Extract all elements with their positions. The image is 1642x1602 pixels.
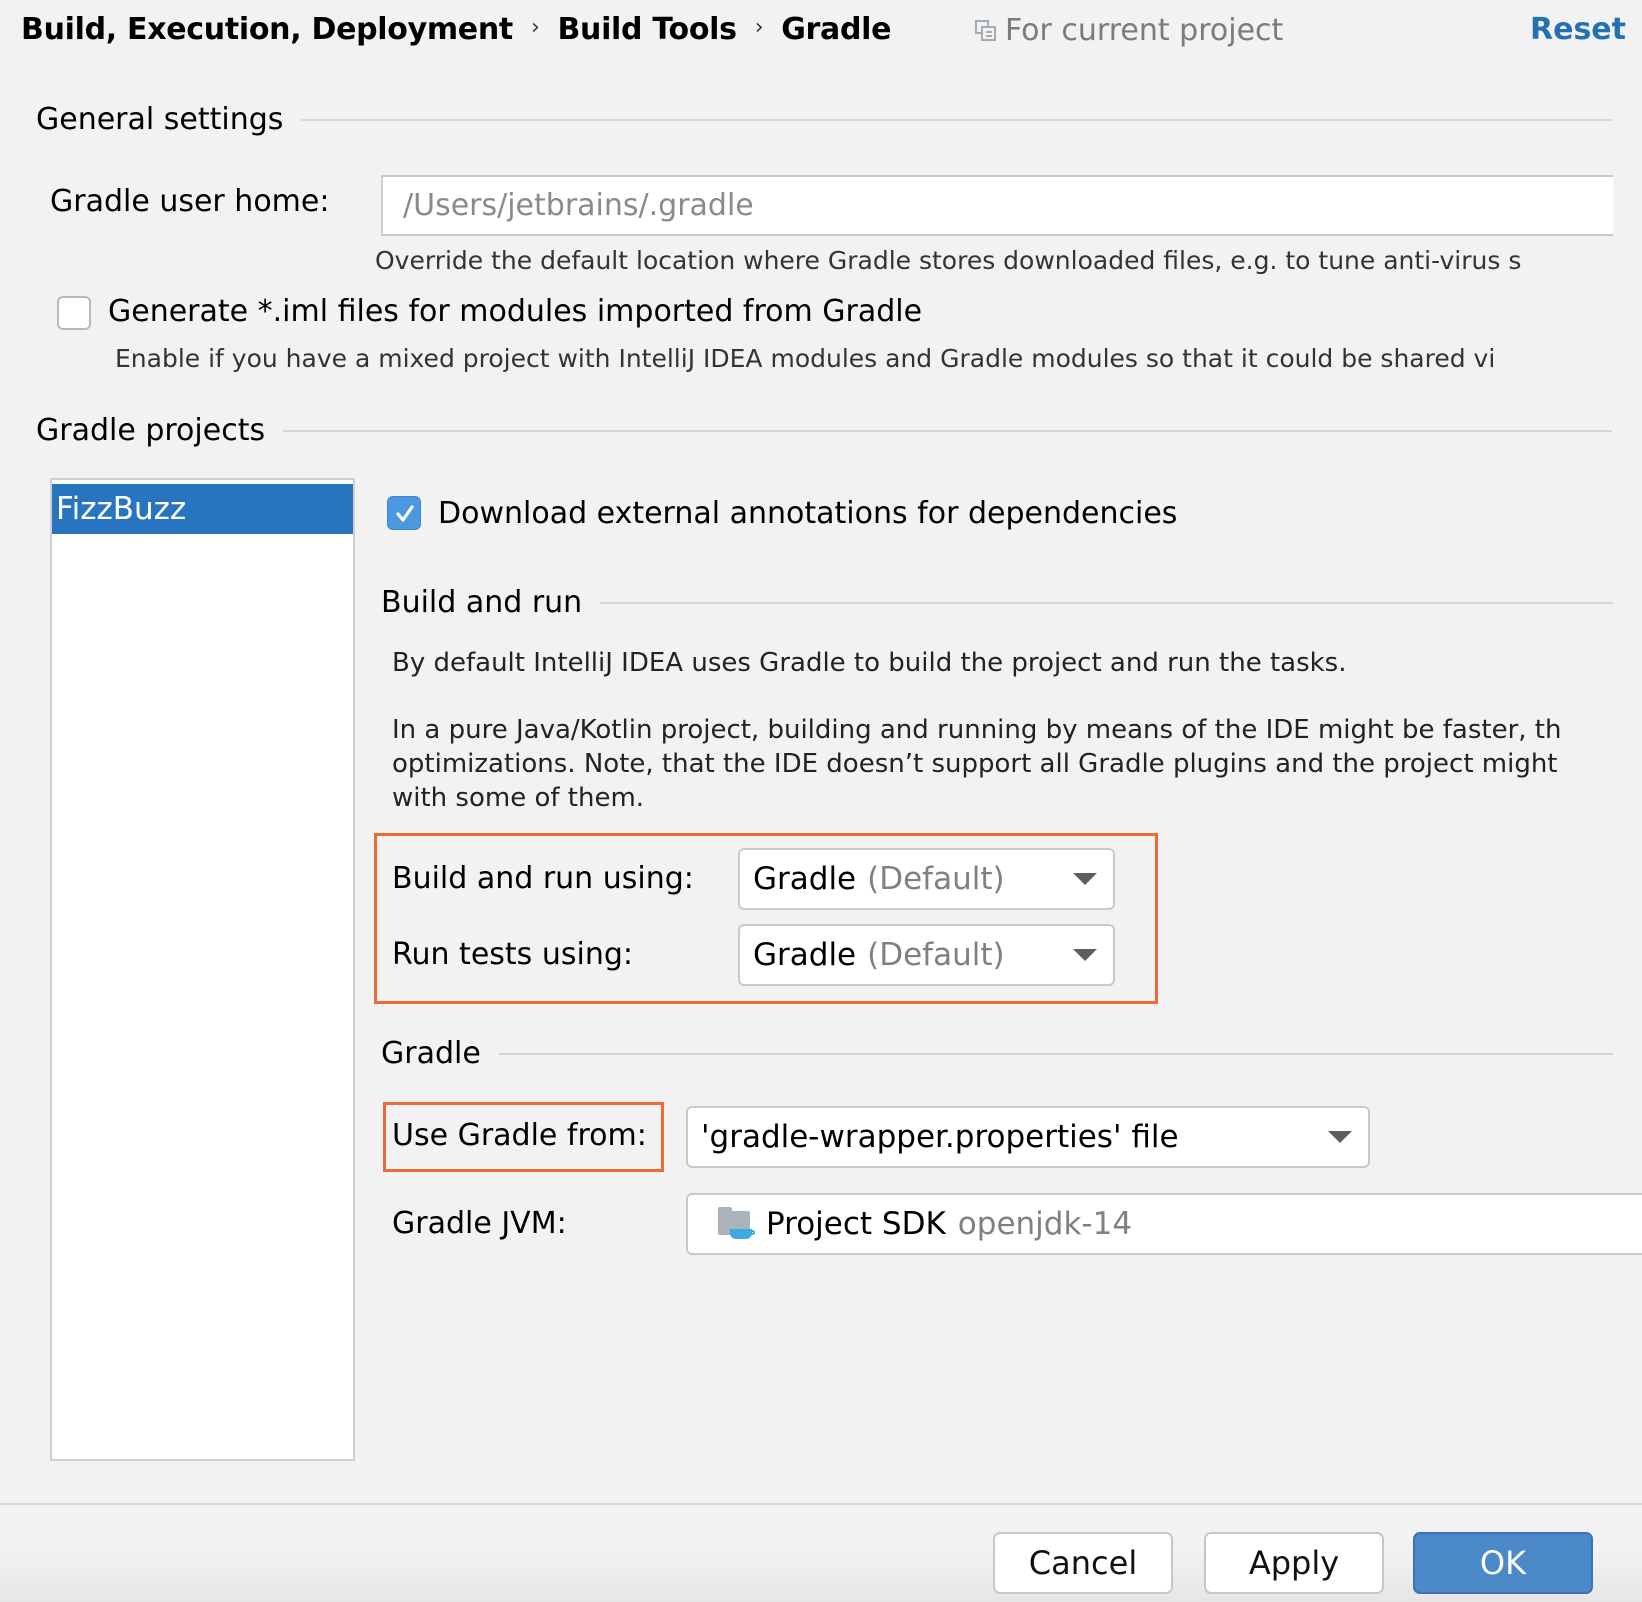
dialog-footer: [0, 1505, 1642, 1602]
build-run-using-dropdown[interactable]: Gradle (Default): [738, 848, 1115, 910]
build-and-run-note-line-3: with some of them.: [392, 783, 645, 813]
gradle-settings-panel: Build, Execution, Deployment › Build Too…: [0, 0, 1642, 1602]
chevron-down-icon: [1328, 1131, 1352, 1143]
breadcrumb-separator-icon: ›: [754, 15, 764, 40]
gradle-jvm-value: Project SDK: [766, 1206, 946, 1242]
chevron-down-icon: [1073, 949, 1097, 961]
section-divider: [498, 1052, 1613, 1055]
general-settings-section-header: General settings: [36, 102, 1612, 137]
download-annotations-checkbox[interactable]: [387, 496, 421, 530]
build-run-using-default-suffix: (Default): [867, 861, 1005, 897]
build-and-run-section-header: Build and run: [381, 585, 1613, 620]
build-and-run-note-line-2: optimizations. Note, that the IDE doesn’…: [392, 749, 1558, 779]
run-tests-using-default-suffix: (Default): [867, 937, 1005, 973]
section-title: General settings: [36, 102, 284, 137]
breadcrumb-item-build-execution-deployment[interactable]: Build, Execution, Deployment: [21, 12, 513, 47]
section-title: Gradle projects: [36, 413, 266, 448]
settings-header: Build, Execution, Deployment › Build Too…: [0, 0, 1642, 66]
section-title: Gradle: [381, 1036, 481, 1071]
ok-button[interactable]: OK: [1413, 1532, 1593, 1594]
gradle-projects-list[interactable]: FizzBuzz: [50, 478, 355, 1461]
gradle-user-home-input[interactable]: /Users/jetbrains/.gradle: [381, 175, 1613, 236]
section-title: Build and run: [381, 585, 583, 620]
gradle-user-home-label: Gradle user home:: [50, 184, 330, 219]
build-run-using-value: Gradle: [753, 861, 857, 897]
jdk-folder-icon: [718, 1207, 755, 1241]
section-divider: [301, 118, 1612, 121]
run-tests-using-label: Run tests using:: [392, 937, 633, 972]
checkmark-icon: [396, 505, 414, 522]
build-run-using-label: Build and run using:: [392, 861, 694, 896]
reset-link[interactable]: Reset: [1530, 12, 1626, 47]
gradle-jvm-dropdown[interactable]: Project SDK openjdk-14: [686, 1193, 1642, 1255]
build-and-run-note-line-1: In a pure Java/Kotlin project, building …: [392, 715, 1562, 745]
chevron-down-icon: [1073, 873, 1097, 885]
breadcrumb-item-gradle: Gradle: [781, 12, 892, 47]
section-divider: [600, 601, 1613, 604]
project-list-item-fizzbuzz[interactable]: FizzBuzz: [52, 484, 353, 534]
run-tests-using-value: Gradle: [753, 937, 857, 973]
breadcrumb: Build, Execution, Deployment › Build Too…: [21, 12, 891, 47]
scope-indicator: For current project: [975, 13, 1283, 48]
gradle-jvm-label: Gradle JVM:: [392, 1206, 567, 1241]
generate-iml-hint: Enable if you have a mixed project with …: [115, 344, 1496, 373]
use-gradle-from-label: Use Gradle from:: [392, 1118, 647, 1153]
gradle-jvm-detail: openjdk-14: [957, 1206, 1133, 1242]
download-annotations-label[interactable]: Download external annotations for depend…: [438, 496, 1177, 531]
gradle-user-home-hint: Override the default location where Grad…: [375, 246, 1522, 275]
use-gradle-from-dropdown[interactable]: 'gradle-wrapper.properties' file: [686, 1106, 1370, 1168]
run-tests-using-dropdown[interactable]: Gradle (Default): [738, 924, 1115, 986]
generate-iml-label[interactable]: Generate *.iml files for modules importe…: [108, 294, 922, 329]
breadcrumb-separator-icon: ›: [530, 15, 540, 40]
gradle-user-home-placeholder: /Users/jetbrains/.gradle: [403, 188, 754, 223]
copy-project-scope-icon: [975, 19, 997, 42]
project-name: FizzBuzz: [56, 491, 187, 527]
apply-button[interactable]: Apply: [1204, 1532, 1384, 1594]
scope-label: For current project: [1005, 13, 1284, 48]
breadcrumb-item-build-tools[interactable]: Build Tools: [557, 12, 737, 47]
cancel-button[interactable]: Cancel: [993, 1532, 1173, 1594]
use-gradle-from-value: 'gradle-wrapper.properties' file: [701, 1119, 1179, 1155]
build-and-run-description: By default IntelliJ IDEA uses Gradle to …: [392, 648, 1347, 678]
gradle-projects-section-header: Gradle projects: [36, 413, 1612, 448]
generate-iml-checkbox[interactable]: [57, 296, 91, 330]
gradle-section-header: Gradle: [381, 1036, 1613, 1071]
section-divider: [283, 429, 1612, 432]
